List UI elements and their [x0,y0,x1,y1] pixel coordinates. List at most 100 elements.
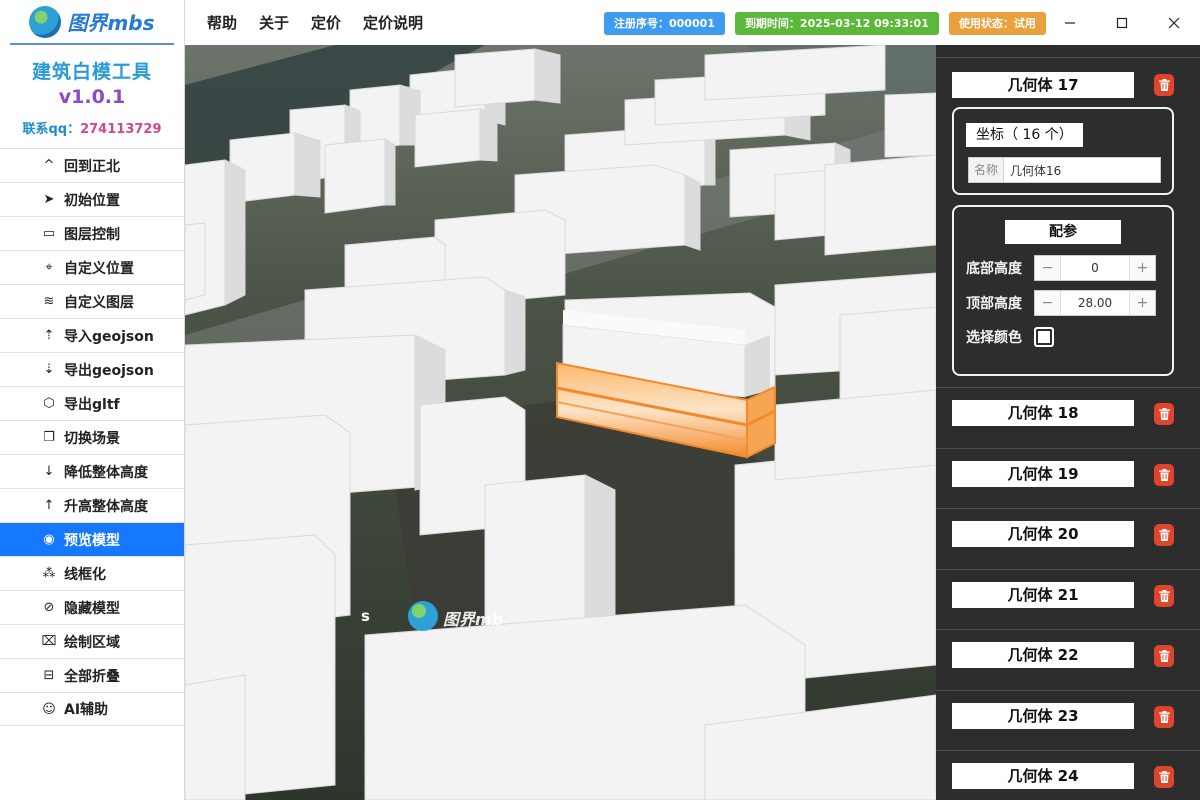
decrement-button[interactable]: − [1035,256,1061,280]
map-viewport[interactable]: s 图界mb [185,45,936,800]
sidebar-item-8[interactable]: ❐ 切换场景 [0,420,184,454]
sidebar-item-4[interactable]: ≋ 自定义图层 [0,284,184,318]
sidebar-item-14[interactable]: ⌧ 绘制区域 [0,624,184,658]
delete-button[interactable] [1154,403,1174,425]
geometry-title[interactable]: 几何体 21 [952,581,1134,608]
bottom-height-input[interactable] [1061,256,1129,280]
download-icon: ⇣ [43,362,55,377]
sidebar-item-2[interactable]: ▭ 图层控制 [0,216,184,250]
logo-text: 图界mbs [67,11,155,35]
sidebar-item-7[interactable]: ⬡ 导出gltf [0,386,184,420]
increment-button[interactable]: + [1129,291,1155,315]
geometry-title[interactable]: 几何体 17 [952,72,1134,98]
sidebar-item-label: 初始位置 [64,192,120,209]
trash-icon [1158,79,1170,91]
arrow-down-thin-icon: ↓ [43,464,55,479]
menu-pricing[interactable]: 定价 [311,12,341,33]
trash-icon [1158,710,1170,723]
maximize-button[interactable] [1096,0,1148,45]
sidebar-item-3[interactable]: ⌖ 自定义位置 [0,250,184,284]
geometry-title[interactable]: 几何体 18 [952,400,1134,426]
sidebar-item-5[interactable]: ⇡ 导入geojson [0,318,184,352]
delete-button[interactable] [1154,463,1174,486]
name-input[interactable] [1004,158,1160,182]
delete-button[interactable] [1154,766,1174,788]
parameters-header: 配参 [1005,220,1121,244]
license-badges: 注册序号：000001 到期时间：2025-03-12 09:33:01 使用状… [604,12,1046,35]
geometry-item[interactable]: 几何体 22 [936,629,1200,689]
delete-button[interactable] [1154,524,1174,546]
sidebar-item-16[interactable]: ☺ AI辅助 [0,692,184,726]
coordinates-header: 坐标（ 16 个） [966,123,1083,147]
sidebar-item-label: 隐藏模型 [64,600,120,617]
sidebar-item-10[interactable]: ↑ 升高整体高度 [0,488,184,522]
delete-button[interactable] [1154,645,1174,667]
stack-icon: ≋ [43,294,55,309]
sidebar-item-label: 导出geojson [64,362,154,379]
coordinates-count: （ 16 个） [1004,127,1073,143]
navigate-arrow-icon: ➤ [43,192,55,207]
sidebar-item-label: 自定义位置 [64,260,134,277]
sidebar-item-1[interactable]: ➤ 初始位置 [0,182,184,216]
geometry-item[interactable]: 几何体 18 [936,387,1200,447]
geometry-title[interactable]: 几何体 20 [952,521,1134,547]
trash-icon [1158,408,1170,420]
expiry-badge: 到期时间：2025-03-12 09:33:01 [734,12,939,35]
sidebar-item-label: 线框化 [64,566,106,583]
bottom-height-stepper: − + [1034,255,1156,281]
close-button[interactable] [1148,0,1200,45]
minimize-icon [1065,21,1075,24]
geometry-title[interactable]: 几何体 19 [952,460,1134,487]
globe-logo-icon [29,5,62,38]
brand-block: 图界mbs 建筑白模工具 v1.0.1 联系qq：274113729 [0,0,184,148]
draw-area-icon: ⌧ [41,634,57,649]
bottom-height-label: 底部高度 [966,261,1022,277]
status-badge: 使用状态：试用 [948,12,1046,35]
geometry-title[interactable]: 几何体 24 [952,763,1134,789]
layers-tray-icon: ▭ [42,226,56,241]
minimize-button[interactable] [1044,0,1096,45]
window-controls [1044,0,1200,45]
menu-about[interactable]: 关于 [259,12,289,33]
geometry-item[interactable]: 几何体 20 [936,508,1200,568]
sidebar-item-11[interactable]: ◉ 预览模型 [0,522,184,556]
trash-icon [1158,468,1170,481]
top-height-input[interactable] [1061,291,1129,315]
parameters-box: 配参 底部高度 − + 顶部高度 − + 选择颜色 [952,205,1174,376]
geometry-item[interactable]: 几何体 17 [936,57,1200,107]
increment-button[interactable]: + [1129,256,1155,280]
sidebar-item-15[interactable]: ⊟ 全部折叠 [0,658,184,692]
geometry-item[interactable]: 几何体 24 [936,750,1200,800]
sidebar-menu: ^ 回到正北 ➤ 初始位置 ▭ 图层控制 ⌖ 自定义位置 ≋ 自定义图层 ⇡ 导入geojson ⇣ 导出… [0,148,184,726]
delete-button[interactable] [1154,705,1174,728]
geometry-item[interactable]: 几何体 21 [936,568,1200,629]
ai-head-icon: ☺ [42,701,56,717]
color-picker[interactable] [1034,327,1054,347]
chevron-up-icon: ^ [43,158,55,173]
menu-pricing-info[interactable]: 定价说明 [363,12,423,33]
sidebar-item-6[interactable]: ⇣ 导出geojson [0,352,184,386]
delete-button[interactable] [1154,584,1174,607]
geometry-item[interactable]: 几何体 23 [936,689,1200,750]
sidebar-item-9[interactable]: ↓ 降低整体高度 [0,454,184,488]
sidebar-item-label: 导入geojson [64,328,154,345]
delete-button[interactable] [1154,74,1174,96]
sidebar-item-0[interactable]: ^ 回到正北 [0,148,184,182]
sidebar-item-12[interactable]: ⁂ 线框化 [0,556,184,590]
sidebar-item-label: 绘制区域 [64,634,120,651]
watermark [408,601,438,631]
watermark-prefix: s [361,607,370,625]
menu-help[interactable]: 帮助 [207,12,237,33]
color-label: 选择颜色 [966,330,1022,346]
geometry-title[interactable]: 几何体 22 [952,642,1134,668]
geometry-title[interactable]: 几何体 23 [952,702,1134,729]
sidebar-item-13[interactable]: ⊘ 隐藏模型 [0,590,184,624]
sidebar: 图界mbs 建筑白模工具 v1.0.1 联系qq：274113729 ^ 回到正北… [0,0,185,800]
maximize-icon [1116,17,1128,28]
logo: 图界mbs [10,0,174,45]
geometry-panel: 几何体 17 坐标（ 16 个） 名称 配参 底部高度 − + 顶部高度 [936,45,1200,800]
decrement-button[interactable]: − [1035,291,1061,315]
geometry-item[interactable]: 几何体 19 [936,447,1200,508]
top-bar: 帮助 关于 定价 定价说明 注册序号：000001 到期时间：2025-03-1… [185,0,1200,45]
trash-icon [1158,771,1170,783]
